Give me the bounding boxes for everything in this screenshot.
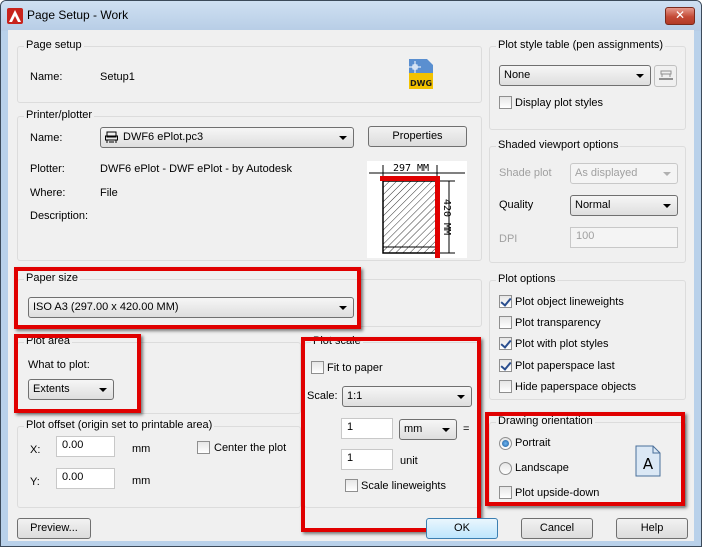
chevron-down-icon — [663, 204, 671, 208]
plot-with-plot-styles-label: Plot with plot styles — [515, 338, 609, 350]
plot-object-lineweights-checkbox[interactable] — [499, 295, 512, 308]
paper-width-label: 297 MM — [393, 163, 429, 174]
y-offset-unit: mm — [132, 475, 151, 487]
quality-value: Normal — [575, 199, 611, 211]
chevron-down-icon — [663, 172, 671, 176]
plot-offset-group: Plot offset (origin set to printable are… — [17, 419, 301, 508]
page-setup-name: Setup1 — [100, 71, 135, 83]
display-plot-styles-checkbox[interactable] — [499, 96, 512, 109]
close-icon: ✕ — [674, 8, 686, 22]
where-label: Where: — [30, 187, 66, 199]
group-title: Plot options — [496, 273, 558, 285]
y-offset-label: Y: — [30, 476, 40, 488]
plot-paperspace-last-checkbox[interactable] — [499, 359, 512, 372]
paper-preview-drawing: 297 MM 420 MM — [369, 163, 465, 258]
x-offset-unit: mm — [132, 443, 151, 455]
shaded-viewport-group: Shaded viewport options Shade plot As di… — [489, 139, 686, 263]
plot-object-lineweights-label: Plot object lineweights — [515, 296, 624, 308]
help-button[interactable]: Help — [616, 518, 688, 539]
highlight-drawing-orientation — [485, 412, 685, 506]
plot-options-group: Plot options Plot object lineweights Plo… — [489, 273, 686, 400]
paper-preview: 297 MM 420 MM — [367, 161, 467, 258]
highlight-plot-area — [14, 334, 141, 413]
group-title: Plot offset (origin set to printable are… — [24, 419, 215, 431]
title-bar[interactable]: Page Setup - Work ✕ — [1, 1, 701, 31]
plot-with-plot-styles-checkbox[interactable] — [499, 337, 512, 350]
description-label: Description: — [30, 210, 89, 222]
printer-name-value: DWF6 ePlot.pc3 — [123, 131, 204, 143]
plotter-label: Plotter: — [30, 163, 65, 175]
hide-paperspace-objects-checkbox[interactable] — [499, 380, 512, 393]
shade-plot-label: Shade plot — [499, 167, 552, 179]
group-title: Shaded viewport options — [496, 139, 621, 151]
printer-name-select[interactable]: DWF6 ePlot.pc3 — [100, 127, 354, 148]
center-plot-label: Center the plot — [214, 442, 287, 454]
x-offset-input[interactable]: 0.00 — [56, 436, 115, 457]
paper-sheet — [382, 180, 438, 254]
preview-button[interactable]: Preview... — [17, 518, 91, 539]
edit-plot-style-button[interactable] — [654, 65, 677, 87]
plot-style-table-value: None — [504, 69, 531, 81]
chevron-down-icon — [636, 74, 644, 78]
center-plot-checkbox[interactable] — [197, 441, 210, 454]
page-setup-group: Page setup Name: Setup1 DWG — [17, 39, 482, 103]
display-plot-styles-label: Display plot styles — [515, 97, 604, 109]
printer-plotter-group: Printer/plotter Name: DWF6 ePlot.pc3 Pro… — [17, 109, 482, 261]
plot-transparency-label: Plot transparency — [515, 317, 601, 329]
quality-select[interactable]: Normal — [570, 195, 678, 216]
y-offset-input[interactable]: 0.00 — [56, 468, 115, 489]
dpi-label: DPI — [499, 233, 518, 245]
shade-plot-select[interactable]: As displayed — [570, 163, 678, 184]
dwg-file-icon: DWG — [409, 59, 433, 89]
autocad-logo-icon — [7, 8, 23, 24]
hide-paperspace-objects-label: Hide paperspace objects — [515, 381, 637, 393]
page-setup-dialog: Page Setup - Work ✕ Page setup Name: Set… — [0, 0, 702, 547]
plot-style-table-select[interactable]: None — [499, 65, 651, 86]
plot-style-table-group: Plot style table (pen assignments) None … — [489, 39, 686, 130]
dialog-body: Page setup Name: Setup1 DWG Printer/plot… — [8, 30, 694, 541]
dwg-icon-label: DWG — [410, 79, 432, 88]
quality-label: Quality — [499, 199, 534, 211]
properties-button[interactable]: Properties — [368, 126, 467, 147]
printable-edge-right — [435, 176, 440, 258]
cancel-button[interactable]: Cancel — [521, 518, 593, 539]
x-offset-label: X: — [30, 444, 41, 456]
ok-button[interactable]: OK — [426, 518, 498, 539]
window-title: Page Setup - Work — [27, 8, 129, 22]
plot-paperspace-last-label: Plot paperspace last — [515, 360, 615, 372]
highlight-paper-size — [14, 267, 361, 329]
group-title: Page setup — [24, 39, 84, 51]
where-value: File — [100, 187, 118, 199]
plotter-value: DWF6 ePlot - DWF ePlot - by Autodesk — [100, 163, 292, 175]
printer-name-label: Name: — [30, 132, 63, 144]
highlight-plot-scale — [301, 337, 481, 532]
name-label: Name: — [30, 71, 63, 83]
paper-height-label: 420 MM — [441, 199, 452, 235]
dpi-input[interactable]: 100 — [570, 227, 678, 248]
plot-transparency-checkbox[interactable] — [499, 316, 512, 329]
chevron-down-icon — [339, 136, 347, 140]
plotter-icon — [105, 131, 118, 143]
group-title: Plot style table (pen assignments) — [496, 39, 666, 51]
shade-plot-value: As displayed — [575, 167, 638, 179]
printable-edge-top — [380, 176, 440, 181]
plot-style-editor-icon — [659, 70, 673, 80]
close-button[interactable]: ✕ — [665, 7, 695, 25]
group-title: Printer/plotter — [24, 109, 95, 121]
